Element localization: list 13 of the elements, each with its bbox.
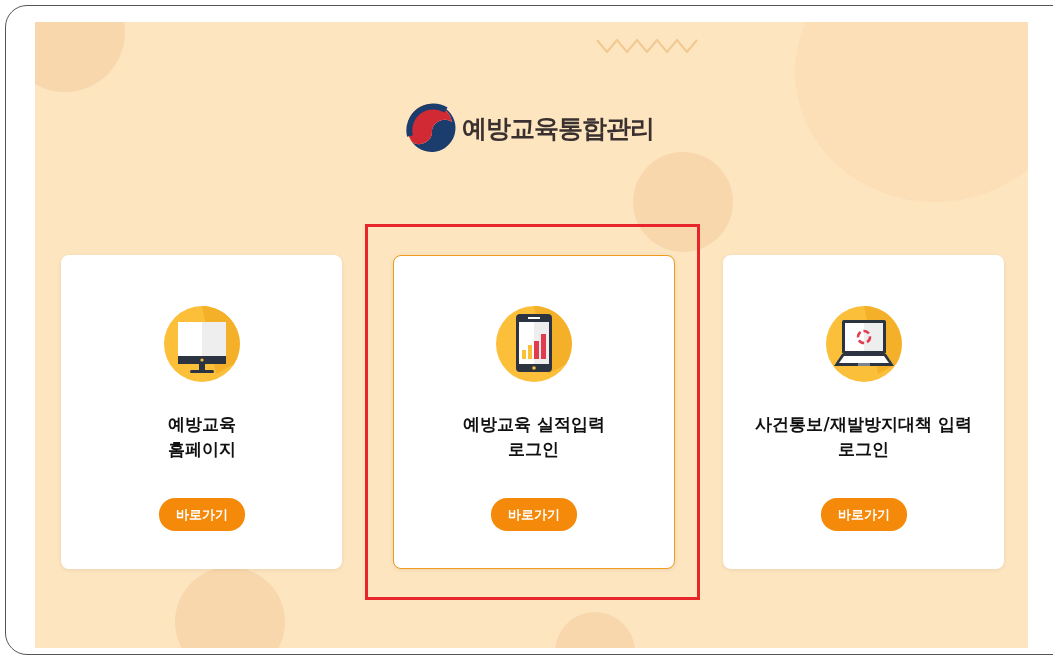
- card-title: 로그인: [508, 438, 560, 461]
- menu-card[interactable]: 예방교육 홈페이지 바로가기: [61, 255, 342, 569]
- laptop-icon: [825, 304, 902, 384]
- tablet-chart-icon: [496, 304, 572, 384]
- card-title: 사건통보/재발방지대책 입력: [755, 413, 972, 436]
- card-title: 예방교육 실적입력: [463, 413, 605, 436]
- card-title: 로그인: [838, 438, 889, 461]
- monitor-icon: [163, 304, 240, 384]
- card-title: 예방교육: [167, 413, 236, 436]
- menu-card[interactable]: 사건통보/재발방지대책 입력 로그인 바로가기: [723, 255, 1004, 569]
- card-title: 홈페이지: [167, 438, 236, 461]
- site-title: 예방교육통합관리: [461, 112, 654, 145]
- menu-card[interactable]: 예방교육 실적입력 로그인 바로가기: [393, 255, 675, 569]
